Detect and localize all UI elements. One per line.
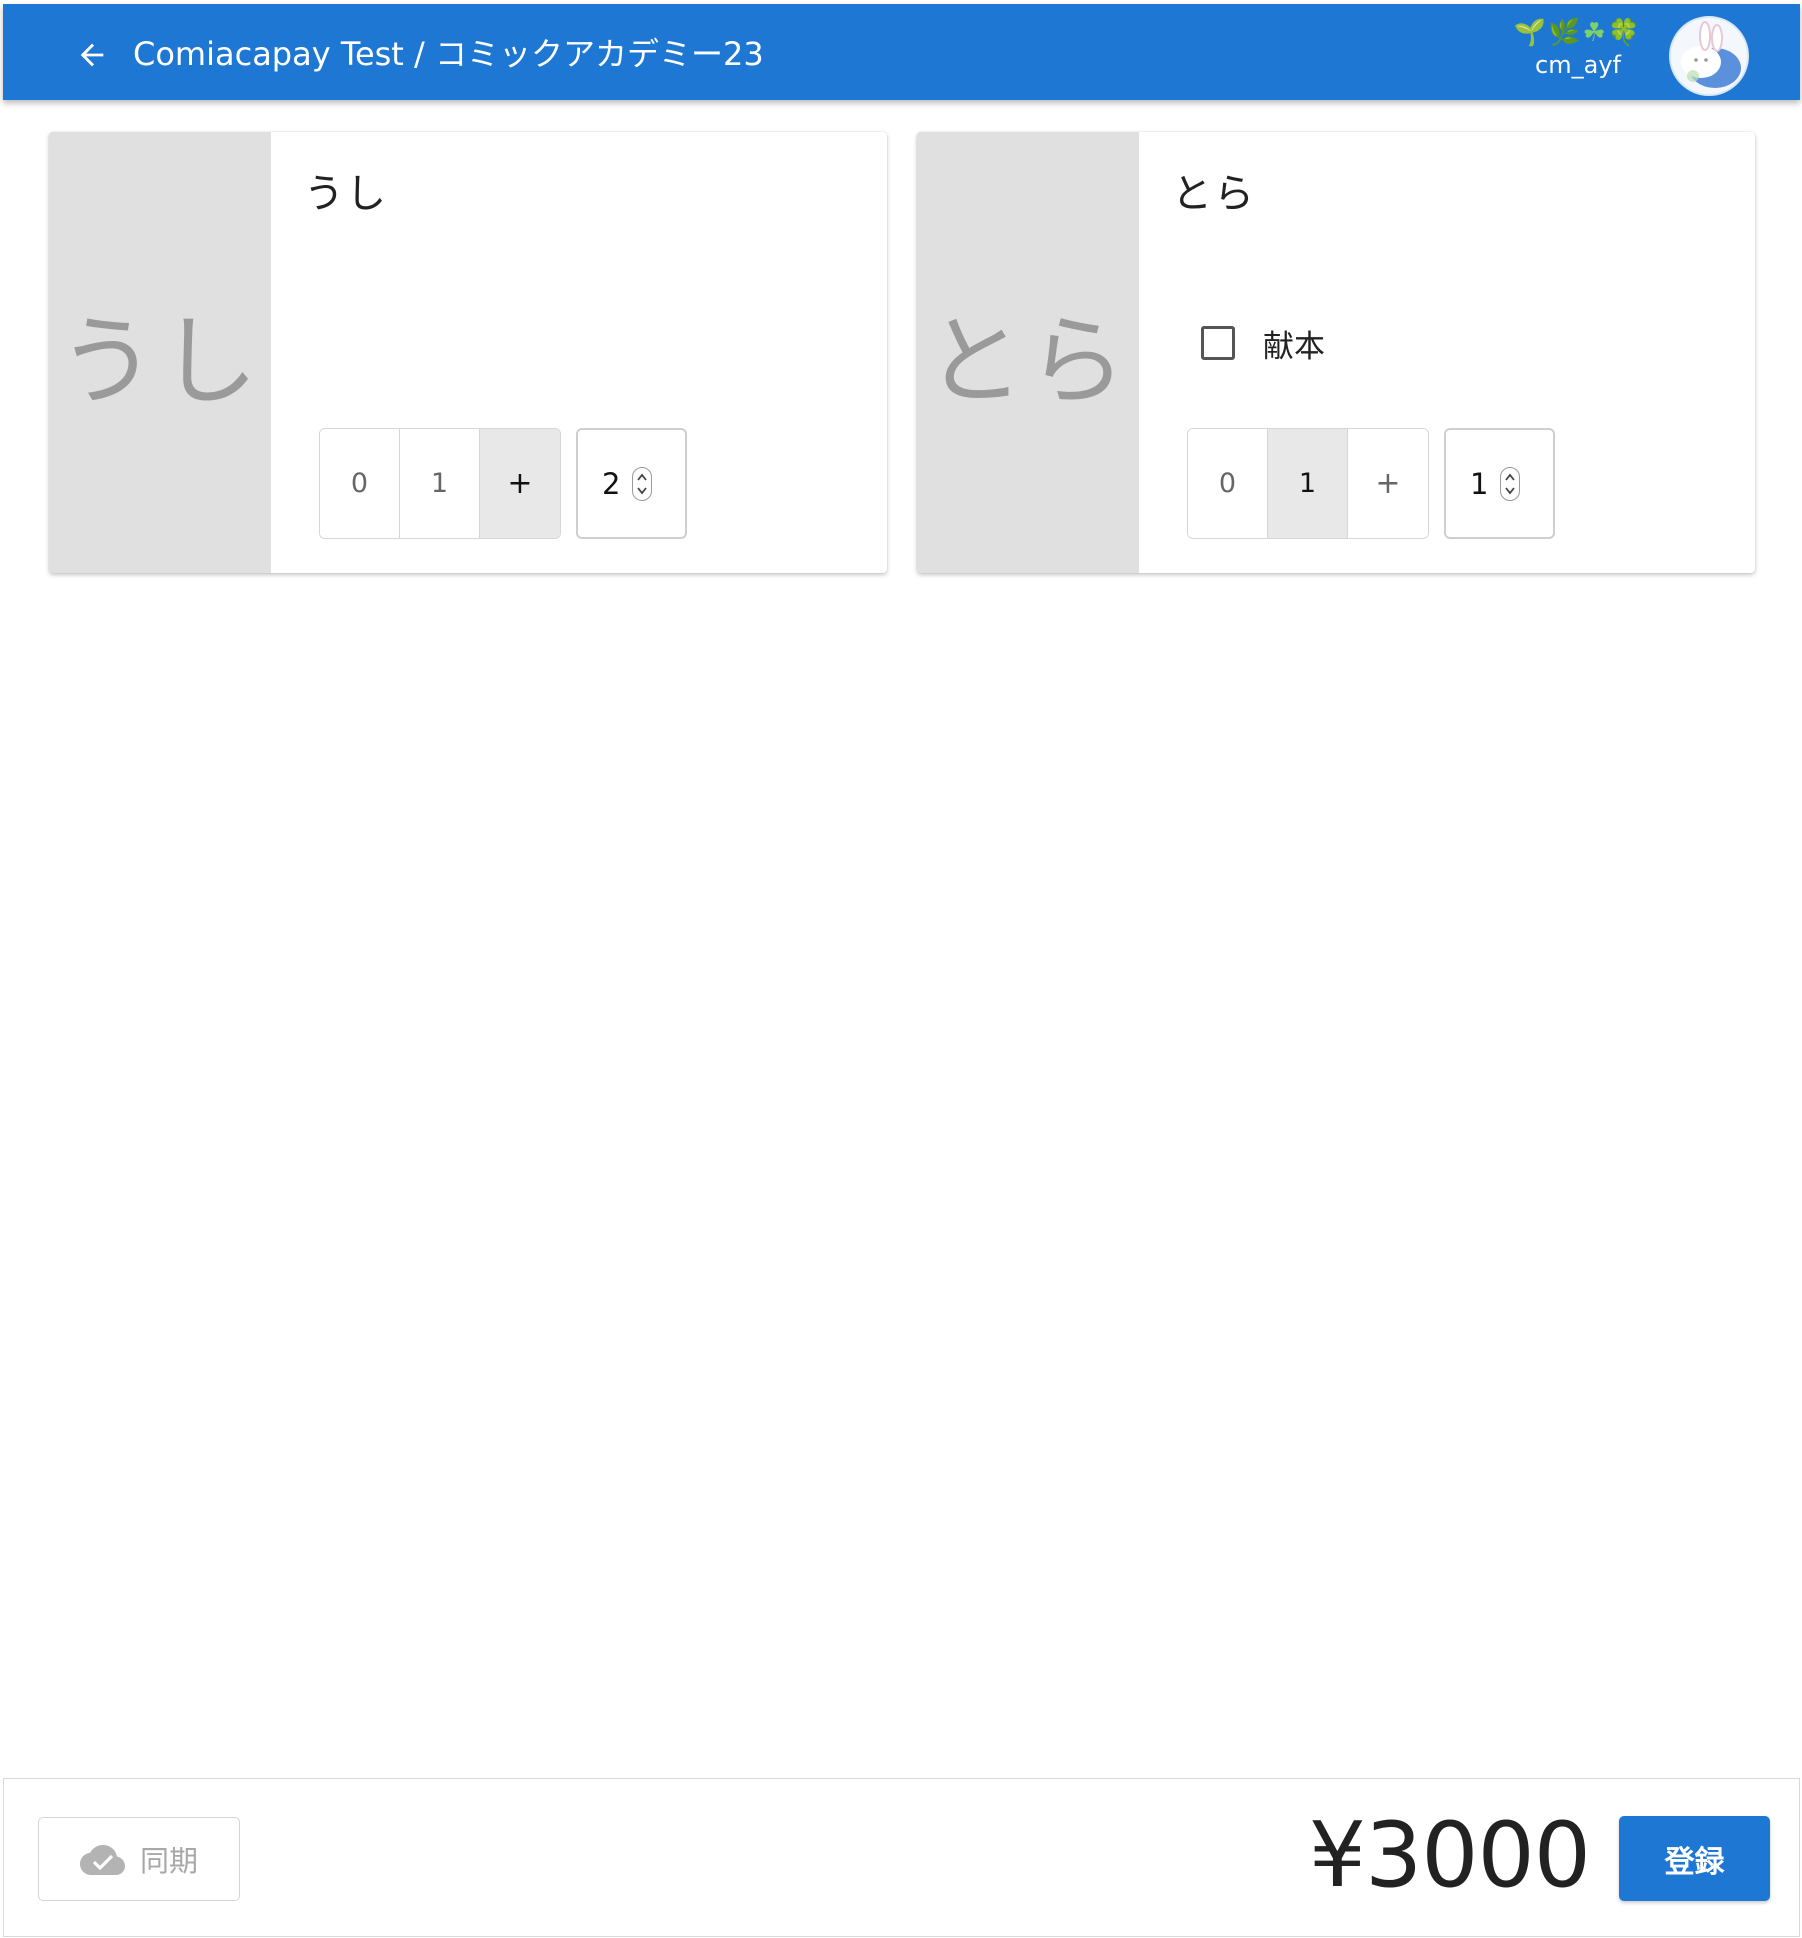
page-title: Comiacapay Test / コミックアカデミー23 xyxy=(133,35,764,73)
spinner-icon[interactable] xyxy=(1500,466,1520,501)
quantity-option-0[interactable]: 0 xyxy=(1188,429,1268,538)
quantity-value: 1 xyxy=(1470,466,1489,501)
checkbox-icon[interactable] xyxy=(1201,326,1235,360)
quantity-number-input[interactable]: 2 xyxy=(576,428,687,539)
quantity-option-1[interactable]: 1 xyxy=(400,429,480,538)
spinner-icon[interactable] xyxy=(632,466,652,501)
quantity-value: 2 xyxy=(602,466,621,501)
register-button[interactable]: 登録 xyxy=(1619,1816,1770,1901)
avatar[interactable] xyxy=(1669,16,1749,96)
cloud-check-icon xyxy=(79,1845,125,1875)
quantity-option-plus[interactable]: + xyxy=(480,429,560,538)
quantity-number-input[interactable]: 1 xyxy=(1444,428,1555,539)
arrow-left-icon xyxy=(80,43,104,67)
app-bar: Comiacapay Test / コミックアカデミー23 🌱🌿☘🍀 cm_ay… xyxy=(3,4,1800,100)
page: Comiacapay Test / コミックアカデミー23 🌱🌿☘🍀 cm_ay… xyxy=(0,0,1802,1938)
item-card-tora[interactable]: とら とら 献本 0 1 + 1 xyxy=(917,132,1755,573)
user-decoration: 🌱🌿☘🍀 xyxy=(1513,18,1643,48)
checkbox-label: 献本 xyxy=(1263,328,1325,365)
rabbit-avatar-icon xyxy=(1671,18,1747,94)
item-name: とら xyxy=(1172,171,1256,217)
sync-button[interactable]: 同期 xyxy=(38,1817,240,1901)
quantity-option-0[interactable]: 0 xyxy=(320,429,400,538)
user-name: cm_ayf xyxy=(1535,51,1621,79)
quantity-option-plus[interactable]: + xyxy=(1348,429,1428,538)
item-card-ushi[interactable]: うし うし 0 1 + 2 xyxy=(49,132,887,573)
back-button[interactable] xyxy=(71,34,113,76)
total-amount: ¥3000 xyxy=(1308,1803,1591,1908)
item-thumbnail: とら xyxy=(917,132,1139,573)
gift-copy-checkbox[interactable]: 献本 xyxy=(1201,322,1325,365)
quantity-toggle-group: 0 1 + xyxy=(1187,428,1429,539)
footer-bar: 同期 ¥3000 登録 xyxy=(3,1778,1800,1937)
item-thumbnail: うし xyxy=(49,132,271,573)
sync-label: 同期 xyxy=(139,1844,198,1878)
quantity-option-1[interactable]: 1 xyxy=(1268,429,1348,538)
item-name: うし xyxy=(304,171,388,217)
user-info: 🌱🌿☘🍀 cm_ayf xyxy=(1503,16,1653,92)
quantity-toggle-group: 0 1 + xyxy=(319,428,561,539)
